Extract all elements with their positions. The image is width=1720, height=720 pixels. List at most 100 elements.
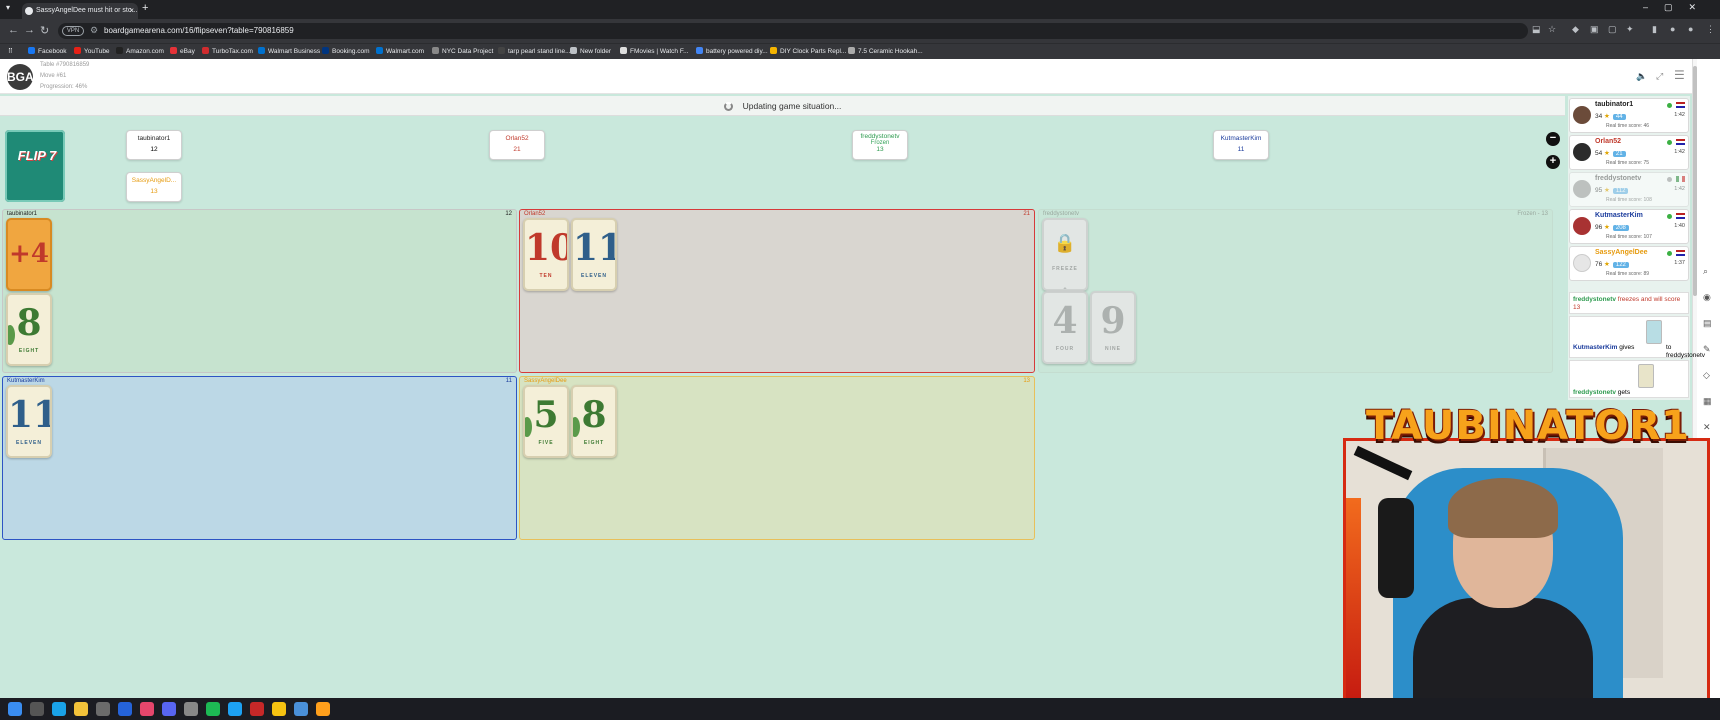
player-clock: 1:40 [1674, 223, 1685, 229]
card-word: NINE [1105, 346, 1121, 352]
realtime-score: Real time score: 89 [1606, 271, 1650, 277]
edge-icon[interactable] [52, 702, 66, 716]
profile-icon[interactable]: ● [1688, 24, 1693, 34]
site-info-icon[interactable]: ⚙ [90, 25, 98, 36]
log-entry: freddystonetv gets [1569, 360, 1689, 398]
card-value: 11 [8, 394, 50, 436]
zoom-out-icon[interactable]: − [1546, 132, 1560, 146]
player-panel-sassyangeldee[interactable]: SassyAngelDee 76 ★ 122 Real time score: 8… [1569, 246, 1689, 281]
player-name[interactable]: SassyAngelDee [1595, 249, 1648, 256]
bookmark-item[interactable]: Booking.com [322, 47, 370, 55]
back-icon[interactable]: ← [8, 24, 19, 36]
bookmark-star-icon[interactable]: ☆ [1548, 24, 1556, 35]
log-actor[interactable]: freddystonetv [1573, 389, 1616, 396]
bookmark-item[interactable]: Amazon.com [116, 47, 164, 55]
zoom-in-icon[interactable]: + [1546, 155, 1560, 169]
player-name[interactable]: taubinator1 [1595, 101, 1633, 108]
extension-icon[interactable]: ▣ [1590, 24, 1599, 35]
bookmark-item[interactable]: NYC Data Project [432, 47, 493, 55]
card-word: FREEZE [1052, 266, 1078, 272]
zone-score: 12 [505, 211, 512, 217]
copilot-icon[interactable]: ◉ [1703, 292, 1711, 303]
spotify-icon[interactable] [206, 702, 220, 716]
avatar[interactable] [1573, 106, 1591, 124]
reload-icon[interactable]: ↻ [40, 24, 49, 37]
bookmark-folder[interactable]: New folder [570, 47, 611, 55]
new-tab-icon[interactable]: + [142, 2, 148, 14]
tab-search-icon[interactable]: ▾ [6, 3, 10, 12]
search-icon[interactable] [30, 702, 44, 716]
app-icon[interactable] [272, 702, 286, 716]
bookmark-item[interactable]: Walmart.com [376, 47, 424, 55]
hamburger-menu-icon[interactable]: ☰ [1674, 68, 1685, 82]
tag-points: 21 [513, 146, 521, 153]
tab-close-icon[interactable]: × [129, 6, 134, 15]
player-panel-taubinator1[interactable]: taubinator1 34 ★ 44 Real time score: 46 1… [1569, 98, 1689, 133]
forward-icon[interactable]: → [24, 24, 35, 36]
tag-name: freddystonetv [860, 133, 900, 140]
extension-icon[interactable]: ◆ [1572, 24, 1579, 35]
bookmark-item[interactable]: Facebook [28, 47, 67, 55]
app-icon[interactable] [228, 702, 242, 716]
log-actor[interactable]: KutmasterKim [1573, 344, 1617, 351]
search-icon[interactable]: ⌕ [1703, 266, 1708, 277]
file-explorer-icon[interactable] [74, 702, 88, 716]
bookmark-item[interactable]: eBay [170, 47, 195, 55]
extension-icon[interactable]: ✦ [1626, 24, 1634, 35]
profile-icon[interactable]: ● [1670, 24, 1675, 34]
extension-icon[interactable]: ▮ [1652, 24, 1657, 35]
app-icon[interactable] [140, 702, 154, 716]
fullscreen-icon[interactable]: ⤢ [1656, 71, 1663, 82]
player-name[interactable]: freddystonetv [1595, 175, 1641, 182]
vpn-badge[interactable]: VPN [62, 26, 84, 36]
app-icon[interactable] [250, 702, 264, 716]
card-value: 4 [1052, 300, 1078, 342]
store-icon[interactable] [96, 702, 110, 716]
player-name[interactable]: Orlan52 [1595, 138, 1621, 145]
mail-icon[interactable] [118, 702, 132, 716]
avatar[interactable] [1573, 180, 1591, 198]
menu-icon[interactable]: ⋮ [1706, 24, 1715, 35]
player-name[interactable]: KutmasterKim [1595, 212, 1643, 219]
window-controls[interactable]: –▢✕ [1643, 2, 1712, 13]
player-panel-kutmasterkim[interactable]: KutmasterKim 96 ★ 208 Real time score: 10… [1569, 209, 1689, 244]
discord-icon[interactable] [162, 702, 176, 716]
player-score: 34 ★ 44 [1595, 112, 1626, 120]
tag-icon[interactable]: ◇ [1703, 370, 1710, 381]
browser-tab-active[interactable]: SassyAngelDee must hit or sto... × [22, 3, 138, 19]
table-label: Table #790816859 [40, 62, 90, 68]
avatar[interactable] [1573, 254, 1591, 272]
player-panel-orlan52[interactable]: Orlan52 54 ★ 21 Real time score: 75 1:42 [1569, 135, 1689, 170]
avatar[interactable] [1573, 217, 1591, 235]
briefcase-icon[interactable]: ▤ [1703, 318, 1712, 329]
start-icon[interactable] [8, 702, 22, 716]
sound-icon[interactable]: 🔈 [1636, 71, 1647, 82]
avatar[interactable] [1573, 143, 1591, 161]
card-word: FOUR [1055, 346, 1075, 352]
install-icon[interactable]: ⬓ [1532, 24, 1541, 35]
star-icon: ★ [1604, 150, 1610, 157]
bookmark-item[interactable]: DIY Clock Parts Repl... [770, 47, 846, 55]
log-actor[interactable]: freddystonetv [1573, 296, 1616, 303]
url-text[interactable]: boardgamearena.com/16/flipseven?table=79… [104, 26, 294, 35]
extension-icon[interactable]: ▢ [1608, 24, 1617, 35]
bookmark-item[interactable]: FMovies | Watch F... [620, 47, 689, 55]
bookmark-item[interactable]: tarp pearl stand line... [498, 47, 571, 55]
omnibox[interactable]: VPN ⚙ boardgamearena.com/16/flipseven?ta… [58, 23, 1528, 39]
settings-icon[interactable] [184, 702, 198, 716]
player-tag-freddystonetv: freddystonetv Frozen 13 [852, 130, 908, 160]
zone-player-name: KutmasterKim [7, 378, 45, 384]
tag-name: Orlan52 [505, 135, 529, 142]
apps-icon[interactable]: ⠿ [8, 47, 13, 55]
bookmark-item[interactable]: Walmart Business [258, 47, 320, 55]
bookmark-item[interactable]: 7.5 Ceramic Hookah... [848, 47, 923, 55]
player-panel-freddystonetv[interactable]: freddystonetv 95 ★ 112 Real time score: 1… [1569, 172, 1689, 207]
bookmark-item[interactable]: YouTube [74, 47, 110, 55]
bookmark-item[interactable]: battery powered diy... [696, 47, 768, 55]
bga-logo[interactable]: BGA [7, 64, 34, 90]
app-icon[interactable] [316, 702, 330, 716]
chrome-icon[interactable] [294, 702, 308, 716]
card-five: 5 FIVE [523, 385, 569, 458]
status-message: Updating game situation... [742, 101, 842, 111]
bookmark-item[interactable]: TurboTax.com [202, 47, 253, 55]
